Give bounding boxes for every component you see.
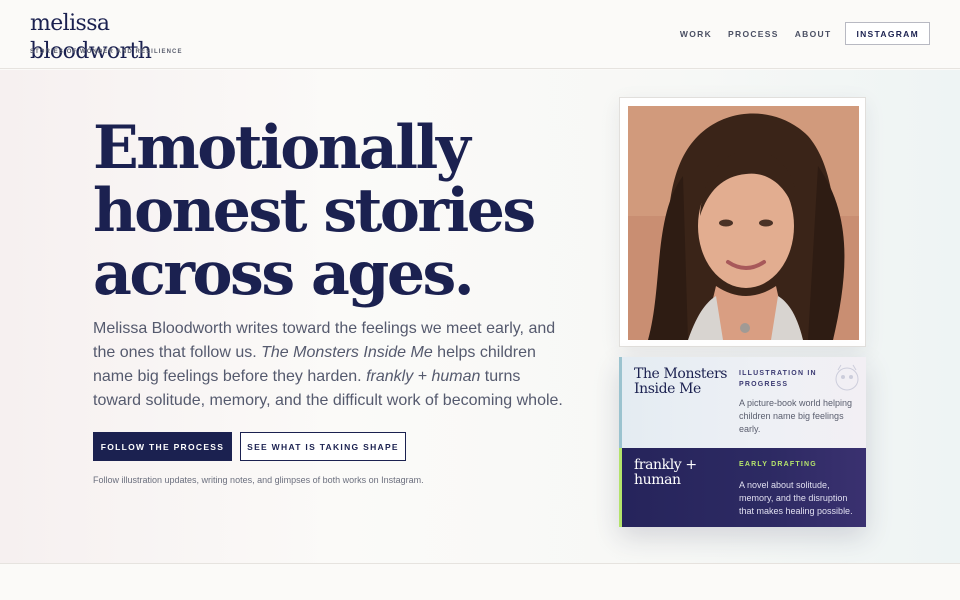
nav-work[interactable]: WORK [680, 29, 712, 39]
hero-lead: Melissa Bloodworth writes toward the fee… [93, 317, 563, 413]
main-nav: WORK PROCESS ABOUT INSTAGRAM [680, 22, 930, 45]
headline-line-2: honest stories [93, 176, 536, 246]
work-title: frankly + human [634, 457, 697, 488]
work-description: A picture-book world helping children na… [739, 398, 853, 434]
work-title: The Monsters Inside Me [634, 366, 728, 397]
lead-title-frankly: frankly + human [366, 368, 481, 385]
author-portrait [628, 106, 859, 340]
see-taking-shape-button[interactable]: SEE WHAT IS TAKING SHAPE [240, 432, 406, 461]
hero-section: Emotionally honest stories across ages. … [0, 70, 960, 564]
hero-headline: Emotionally honest stories across ages. [93, 117, 563, 306]
nav-about[interactable]: ABOUT [795, 29, 832, 39]
work-card-frankly[interactable]: frankly + human EARLY DRAFTING A novel a… [619, 448, 866, 527]
cta-row: FOLLOW THE PROCESS SEE WHAT IS TAKING SH… [93, 432, 406, 461]
work-status: ILLUSTRATION IN PROGRESS [739, 370, 817, 388]
brand-logo[interactable]: melissa bloodworth [30, 10, 232, 72]
portrait-illustration [628, 106, 859, 340]
nav-process[interactable]: PROCESS [728, 29, 779, 39]
headline-line-3: across ages. [93, 239, 475, 309]
work-card-monsters[interactable]: The Monsters Inside Me ILLUSTRATION IN P… [619, 357, 866, 448]
site-header: melissa bloodworth STORIES OF WONDER AND… [0, 0, 960, 72]
follow-process-button[interactable]: FOLLOW THE PROCESS [93, 432, 232, 461]
work-description: A novel about solitude, memory, and the … [739, 480, 853, 516]
brand-name[interactable]: melissa bloodworth [30, 10, 232, 66]
monster-sketch-icon [835, 364, 859, 391]
headline-line-1: Emotionally [93, 113, 471, 183]
instagram-button[interactable]: INSTAGRAM [845, 22, 930, 45]
instagram-note: Follow illustration updates, writing not… [93, 475, 424, 485]
work-status: EARLY DRAFTING [739, 461, 817, 468]
brand-tagline: STORIES OF WONDER AND RESILIENCE [30, 49, 183, 55]
works-panel: The Monsters Inside Me ILLUSTRATION IN P… [619, 357, 866, 527]
portrait-frame [619, 97, 866, 347]
lead-title-monsters: The Monsters Inside Me [261, 344, 433, 361]
